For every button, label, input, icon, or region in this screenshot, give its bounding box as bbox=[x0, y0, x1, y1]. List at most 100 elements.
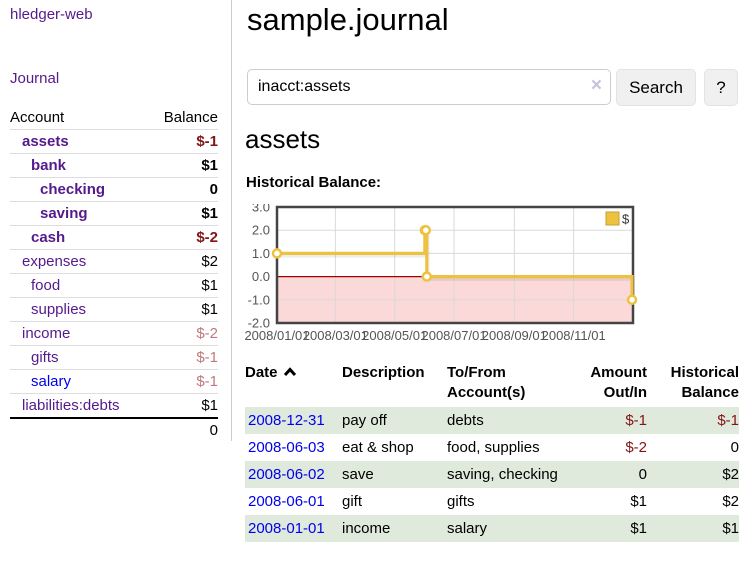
chart-canvas: $3.02.01.00.0-1.0-2.02008/01/012008/03/0… bbox=[244, 204, 742, 348]
page-title: sample.journal bbox=[247, 2, 449, 38]
help-button[interactable]: ? bbox=[704, 69, 738, 106]
account-balance: $-2 bbox=[196, 229, 218, 246]
cell-description: income bbox=[342, 515, 447, 542]
clear-search-icon[interactable]: × bbox=[591, 75, 602, 97]
register-table: Date DescriptionTo/From Account(s) Amount … bbox=[245, 362, 739, 542]
account-balance: $-1 bbox=[196, 349, 218, 366]
cell-balance: $2 bbox=[647, 488, 739, 515]
register-column-header: To/From Account(s) bbox=[447, 362, 567, 407]
account-balance: $1 bbox=[201, 157, 218, 174]
account-balance: $1 bbox=[201, 205, 218, 222]
sidebar-account-link[interactable]: liabilities:debts bbox=[10, 397, 120, 414]
brand-link[interactable]: hledger-web bbox=[10, 6, 93, 23]
cell-amount: 0 bbox=[567, 461, 647, 488]
register-column-header: Description bbox=[342, 362, 447, 407]
sidebar-account-link[interactable]: cash bbox=[10, 229, 65, 246]
account-balance: $-1 bbox=[196, 373, 218, 390]
account-row: saving $1 bbox=[10, 201, 218, 225]
sidebar-account-link[interactable]: saving bbox=[10, 205, 88, 222]
accounts-rows: assets $-1 bank $1 checking0 saving $1 cash $-2 e… bbox=[10, 129, 218, 417]
account-balance: $1 bbox=[201, 277, 218, 294]
account-balance: $2 bbox=[201, 253, 218, 270]
transaction-date-link[interactable]: 2008-06-03 bbox=[248, 439, 325, 456]
sidebar-account-link[interactable]: checking bbox=[10, 181, 105, 198]
register-row: 2008-06-01giftgifts$1$2 bbox=[245, 488, 739, 515]
account-row: checking0 bbox=[10, 177, 218, 201]
sort-asc-icon bbox=[283, 366, 297, 377]
cell-amount: $-2 bbox=[567, 434, 647, 461]
column-header-label: To/From Account(s) bbox=[447, 364, 525, 401]
transaction-date-link[interactable]: 2008-06-02 bbox=[248, 466, 325, 483]
transaction-date-link[interactable]: 2008-12-31 bbox=[248, 412, 325, 429]
account-balance: $-2 bbox=[196, 325, 218, 342]
cell-amount: $-1 bbox=[567, 407, 647, 434]
account-row: cash $-2 bbox=[10, 225, 218, 249]
cell-date: 2008-12-31 bbox=[245, 407, 342, 434]
y-tick-label: 1.0 bbox=[252, 246, 270, 261]
register-column-header: Amount Out/In bbox=[567, 362, 647, 407]
sidebar-account-link[interactable]: food bbox=[10, 277, 60, 294]
register-column-header[interactable]: Date bbox=[245, 362, 342, 407]
transaction-date-link[interactable]: 2008-01-01 bbox=[248, 520, 325, 537]
register-row: 2008-06-03eat & shopfood, supplies$-20 bbox=[245, 434, 739, 461]
sidebar-account-link[interactable]: supplies bbox=[10, 301, 86, 318]
account-row: income $-2 bbox=[10, 321, 218, 345]
cell-accounts: gifts bbox=[447, 488, 567, 515]
x-tick-label: 2008/09/01 bbox=[482, 328, 547, 343]
cell-balance: 0 bbox=[647, 434, 739, 461]
search-button[interactable]: Search bbox=[616, 69, 696, 106]
cell-balance: $2 bbox=[647, 461, 739, 488]
register-row: 2008-12-31pay offdebts$-1$-1 bbox=[245, 407, 739, 434]
cell-date: 2008-06-01 bbox=[245, 488, 342, 515]
account-row: assets $-1 bbox=[10, 129, 218, 153]
nav-journal-link[interactable]: Journal bbox=[10, 70, 59, 87]
cell-accounts: salary bbox=[447, 515, 567, 542]
chart-label: Historical Balance: bbox=[246, 174, 381, 191]
account-balance: $1 bbox=[201, 397, 218, 414]
accounts-total-row: 0 bbox=[10, 417, 218, 441]
cell-accounts: saving, checking bbox=[447, 461, 567, 488]
transaction-date-link[interactable]: 2008-06-01 bbox=[248, 493, 325, 510]
cell-date: 2008-01-01 bbox=[245, 515, 342, 542]
accounts-header-balance: Balance bbox=[164, 109, 218, 126]
cell-description: pay off bbox=[342, 407, 447, 434]
cell-description: save bbox=[342, 461, 447, 488]
account-balance: $1 bbox=[201, 301, 218, 318]
account-row: liabilities:debts $1 bbox=[10, 393, 218, 417]
account-heading: assets bbox=[245, 124, 320, 155]
x-tick-label: 2008/11/01 bbox=[542, 328, 606, 343]
sidebar-account-link[interactable]: salary bbox=[10, 373, 71, 390]
y-tick-label: -1.0 bbox=[248, 292, 270, 307]
search-box: × bbox=[247, 69, 611, 105]
search-bar: × Search ? bbox=[244, 69, 742, 106]
legend-label: $ bbox=[622, 212, 630, 227]
cell-accounts: debts bbox=[447, 407, 567, 434]
accounts-header-row: Account Balance bbox=[10, 105, 218, 129]
cell-description: gift bbox=[342, 488, 447, 515]
cell-accounts: food, supplies bbox=[447, 434, 567, 461]
cell-date: 2008-06-03 bbox=[245, 434, 342, 461]
account-balance: $-1 bbox=[196, 133, 218, 150]
accounts-header-account: Account bbox=[10, 109, 64, 126]
account-row: salary $-1 bbox=[10, 369, 218, 393]
legend-swatch bbox=[606, 212, 619, 225]
account-row: gifts $-1 bbox=[10, 345, 218, 369]
sidebar-account-link[interactable]: assets bbox=[10, 133, 69, 150]
sidebar-account-link[interactable]: income bbox=[10, 325, 70, 342]
column-header-label: Date bbox=[245, 364, 278, 381]
sidebar-account-link[interactable]: expenses bbox=[10, 253, 86, 270]
account-row: expenses $2 bbox=[10, 249, 218, 273]
data-point-marker bbox=[423, 273, 431, 281]
sidebar-account-link[interactable]: bank bbox=[10, 157, 66, 174]
accounts-table: Account Balance assets$-1bank$1checking0… bbox=[10, 105, 218, 441]
register-row: 2008-01-01incomesalary$1$1 bbox=[245, 515, 739, 542]
search-input[interactable] bbox=[247, 69, 611, 105]
main-panel: sample.journal × Search ? assets Histori… bbox=[244, 0, 742, 582]
column-header-label: Historical Balance bbox=[671, 364, 739, 401]
sidebar-divider bbox=[231, 0, 232, 441]
register-column-header: Historical Balance bbox=[647, 362, 739, 407]
register-header-row: Date DescriptionTo/From Account(s) Amount … bbox=[245, 362, 739, 407]
historical-balance-chart: $3.02.01.00.0-1.0-2.02008/01/012008/03/0… bbox=[244, 204, 742, 348]
sidebar-account-link[interactable]: gifts bbox=[10, 349, 59, 366]
y-tick-label: 2.0 bbox=[252, 223, 270, 238]
